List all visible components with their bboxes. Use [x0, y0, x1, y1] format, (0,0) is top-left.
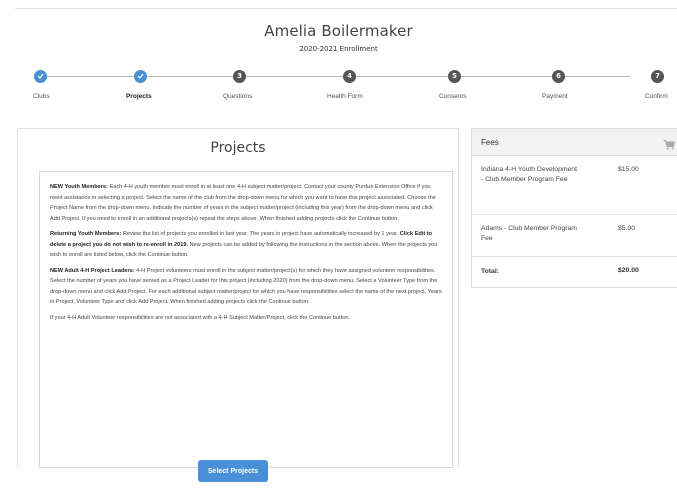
step-payment-number[interactable]: 6 — [552, 70, 565, 83]
total-label: Total: — [481, 268, 499, 275]
step-label-health-form: Health Form — [327, 93, 363, 100]
step-projects-check-icon[interactable] — [134, 70, 147, 83]
step-label-clubs: Clubs — [33, 93, 50, 100]
shopping-cart-icon — [663, 137, 676, 155]
progress-stepper: Clubs Projects 3 Questions 4 Health Form… — [0, 66, 677, 106]
total-amount: $20.00 — [618, 267, 639, 274]
fees-header: Fees — [472, 129, 677, 156]
fees-title: Fees — [481, 138, 499, 147]
step-label-payment: Payment — [542, 93, 568, 100]
volunteer-note: If your 4-H Adult Volunteer responsibili… — [50, 314, 351, 321]
page-header: Amelia Boilermaker 2020-2021 Enrollment — [0, 22, 677, 53]
step-consents-number[interactable]: 5 — [448, 70, 461, 83]
fee-amount: $5.00 — [618, 225, 636, 232]
fee-row: Adams - Club Member Program Fee $5.00 — [472, 215, 677, 257]
top-divider — [15, 8, 677, 9]
instructions-box: NEW Youth Members: Each 4-H youth member… — [39, 171, 453, 468]
step-health-form-number[interactable]: 4 — [343, 70, 356, 83]
step-label-questions: Questions — [223, 93, 253, 100]
select-projects-button[interactable]: Select Projects — [198, 460, 268, 482]
step-label-consents: Consents — [439, 93, 467, 100]
step-confirm-number[interactable]: 7 — [651, 70, 664, 83]
step-clubs-check-icon[interactable] — [34, 70, 47, 83]
enrollment-year: 2020-2021 Enrollment — [299, 45, 378, 53]
member-name: Amelia Boilermaker — [264, 22, 413, 40]
fees-panel: Fees Indiana 4-H Youth Development - Clu… — [471, 128, 677, 288]
fee-label: Adams - Club Member Program Fee — [481, 225, 577, 242]
step-label-projects: Projects — [126, 93, 152, 100]
fee-total-row: Total: $20.00 — [472, 257, 677, 287]
step-questions-number[interactable]: 3 — [233, 70, 246, 83]
fee-amount: $15.00 — [618, 166, 639, 173]
step-label-confirm: Confirm — [645, 93, 668, 100]
projects-title: Projects — [210, 140, 266, 156]
returning-youth-instructions: Returning Youth Members: Review the list… — [50, 231, 438, 258]
adult-leader-instructions: NEW Adult 4-H Project Leaders: 4-H Proje… — [50, 267, 442, 306]
projects-panel: Projects NEW Youth Members: Each 4-H you… — [17, 128, 459, 468]
fee-label: Indiana 4-H Youth Development - Club Mem… — [481, 166, 577, 183]
new-youth-instructions: NEW Youth Members: Each 4-H youth member… — [50, 184, 436, 222]
fee-row: Indiana 4-H Youth Development - Club Mem… — [472, 156, 677, 215]
